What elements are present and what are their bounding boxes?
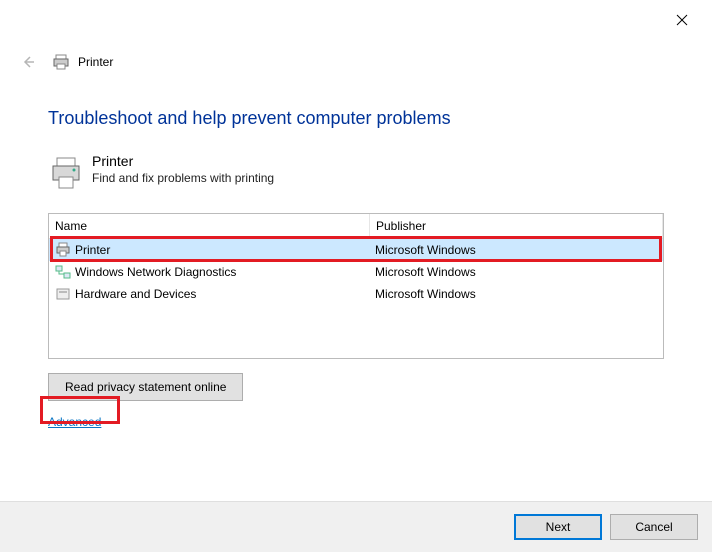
window-title: Printer [78,55,113,69]
section-header: Printer Find and fix problems with print… [48,153,664,191]
list-row[interactable]: PrinterMicrosoft Windows [49,239,663,261]
column-header-name[interactable]: Name [49,214,370,238]
printer-icon [55,242,71,258]
content-area: Troubleshoot and help prevent computer p… [48,108,664,429]
cell-publisher: Microsoft Windows [369,265,663,279]
list-body: PrinterMicrosoft WindowsWindows Network … [49,239,663,305]
printer-icon [52,54,70,70]
close-button[interactable] [666,8,698,32]
troubleshooter-window: Printer Troubleshoot and help prevent co… [0,0,712,552]
cell-name: Windows Network Diagnostics [49,264,369,280]
section-title: Printer [92,153,274,169]
network-icon [55,264,71,280]
list-header: Name Publisher [49,214,663,239]
cell-publisher: Microsoft Windows [369,287,663,301]
list-row[interactable]: Hardware and DevicesMicrosoft Windows [49,283,663,305]
next-button[interactable]: Next [514,514,602,540]
column-header-publisher[interactable]: Publisher [370,214,663,238]
back-arrow-icon [20,54,36,70]
cell-publisher: Microsoft Windows [369,243,663,257]
troubleshooter-list[interactable]: Name Publisher PrinterMicrosoft WindowsW… [48,213,664,359]
cancel-button[interactable]: Cancel [610,514,698,540]
header: Printer [18,48,694,76]
page-heading: Troubleshoot and help prevent computer p… [48,108,664,129]
list-row[interactable]: Windows Network DiagnosticsMicrosoft Win… [49,261,663,283]
footer: Next Cancel [0,501,712,552]
cell-name: Printer [49,242,369,258]
close-icon [676,14,688,26]
back-button[interactable] [18,52,38,72]
device-icon [55,286,71,302]
privacy-statement-button[interactable]: Read privacy statement online [48,373,243,401]
printer-large-icon [48,155,84,191]
section-subtitle: Find and fix problems with printing [92,171,274,185]
advanced-link[interactable]: Advanced [48,415,101,429]
cell-name: Hardware and Devices [49,286,369,302]
